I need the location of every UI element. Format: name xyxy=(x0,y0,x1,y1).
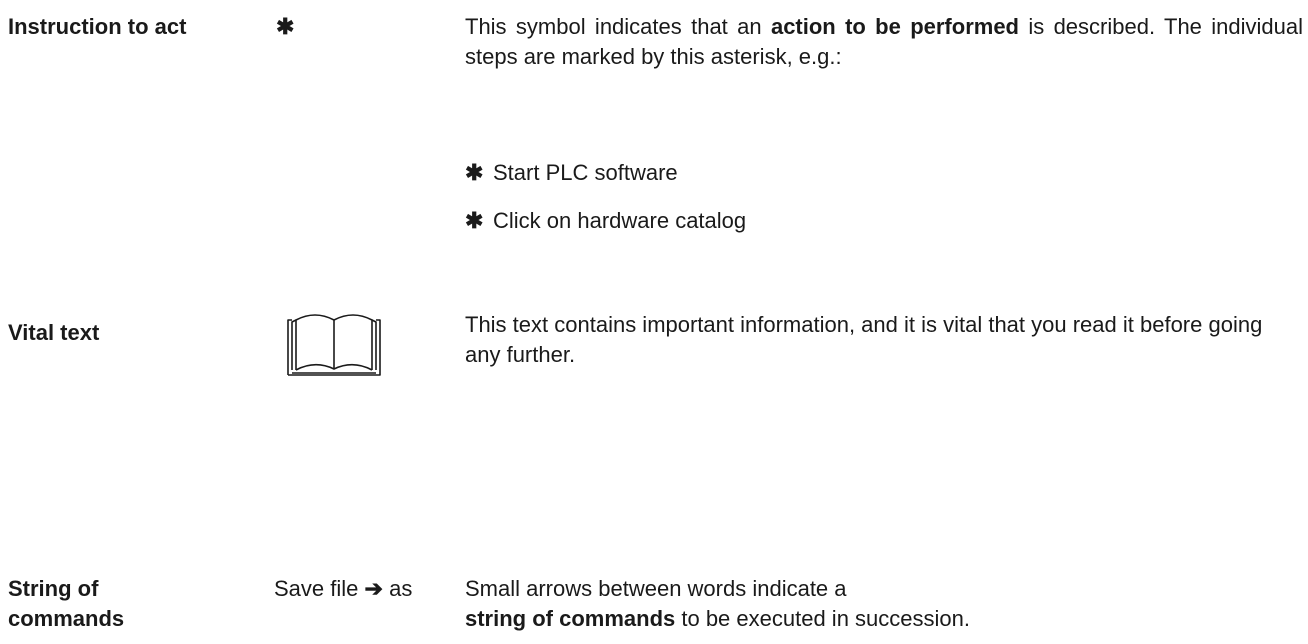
arrow-right-icon: ➔ xyxy=(364,576,383,601)
term-string-of-commands: String of commands xyxy=(8,574,218,634)
commands-desc-line: string of commands to be executed in suc… xyxy=(465,604,1303,634)
term-vital-text: Vital text xyxy=(8,320,100,345)
open-book-icon xyxy=(287,314,381,376)
instruction-description: This symbol indicates that an action to … xyxy=(465,12,1303,72)
term-line: commands xyxy=(8,606,125,631)
vital-description: This text contains important information… xyxy=(465,312,1263,367)
instruction-desc-pre: This symbol indicates that an xyxy=(465,14,771,39)
commands-desc-post: to be executed in succession. xyxy=(675,606,970,631)
step-item: ✱ Click on hardware catalog xyxy=(465,206,746,236)
commands-description: Small arrows between words indicate a st… xyxy=(465,574,1303,634)
asterisk-icon: ✱ xyxy=(465,160,484,185)
commands-desc-line: Small arrows between words indicate a xyxy=(465,576,847,601)
step-text: Start PLC software xyxy=(493,160,678,185)
asterisk-icon: ✱ xyxy=(276,14,295,39)
command-example: Save file ➔ as xyxy=(274,574,412,604)
example-text: as xyxy=(389,576,413,601)
commands-desc-bold: string of commands xyxy=(465,606,676,631)
term-instruction-to-act: Instruction to act xyxy=(8,14,187,39)
step-item: ✱ Start PLC software xyxy=(465,158,678,188)
term-line: String of xyxy=(8,576,99,601)
step-text: Click on hardware catalog xyxy=(493,208,747,233)
asterisk-icon: ✱ xyxy=(465,208,484,233)
instruction-desc-bold: action to be performed xyxy=(770,14,1019,39)
example-text: Save file xyxy=(274,576,359,601)
